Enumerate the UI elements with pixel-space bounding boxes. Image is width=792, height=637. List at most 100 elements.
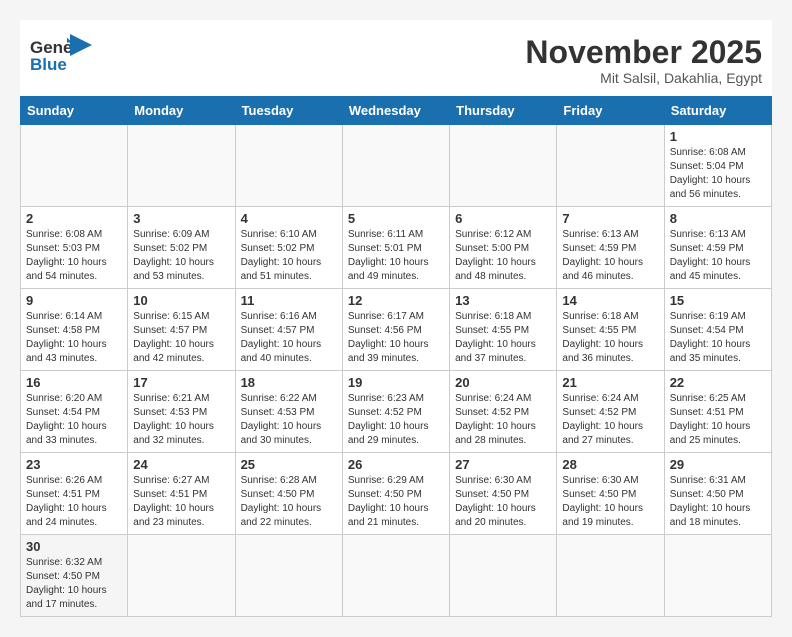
calendar-cell bbox=[128, 125, 235, 207]
day-number: 11 bbox=[241, 293, 337, 308]
calendar-cell bbox=[342, 125, 449, 207]
day-number: 24 bbox=[133, 457, 229, 472]
day-info: Sunrise: 6:08 AM Sunset: 5:03 PM Dayligh… bbox=[26, 228, 122, 284]
day-info: Sunrise: 6:10 AM Sunset: 5:02 PM Dayligh… bbox=[241, 228, 337, 284]
calendar-cell: 21 Sunrise: 6:24 AM Sunset: 4:52 PM Dayli… bbox=[557, 371, 664, 453]
day-number: 5 bbox=[348, 211, 444, 226]
day-number: 1 bbox=[670, 129, 766, 144]
calendar-week-row: 9 Sunrise: 6:14 AM Sunset: 4:58 PM Daylig… bbox=[21, 289, 772, 371]
calendar-week-row: 1 Sunrise: 6:08 AM Sunset: 5:04 PM Daylig… bbox=[21, 125, 772, 207]
day-number: 18 bbox=[241, 375, 337, 390]
logo: General Blue bbox=[30, 35, 92, 73]
weekday-header-row: SundayMondayTuesdayWednesdayThursdayFrid… bbox=[21, 97, 772, 125]
calendar-cell: 17 Sunrise: 6:21 AM Sunset: 4:53 PM Dayli… bbox=[128, 371, 235, 453]
calendar-cell bbox=[450, 125, 557, 207]
calendar-cell: 19Sunrise: 6:23 AM Sunset: 4:52 PM Dayli… bbox=[342, 371, 449, 453]
day-number: 6 bbox=[455, 211, 551, 226]
calendar-cell: 3Sunrise: 6:09 AM Sunset: 5:02 PM Daylig… bbox=[128, 207, 235, 289]
day-number: 15 bbox=[670, 293, 766, 308]
day-number: 21 bbox=[562, 375, 658, 390]
day-number: 3 bbox=[133, 211, 229, 226]
day-number: 25 bbox=[241, 457, 337, 472]
day-number: 9 bbox=[26, 293, 122, 308]
calendar-cell: 5Sunrise: 6:11 AM Sunset: 5:01 PM Daylig… bbox=[342, 207, 449, 289]
calendar-cell: 12Sunrise: 6:17 AM Sunset: 4:56 PM Dayli… bbox=[342, 289, 449, 371]
weekday-header-tuesday: Tuesday bbox=[235, 97, 342, 125]
day-info: Sunrise: 6:24 AM Sunset: 4:52 PM Dayligh… bbox=[562, 392, 658, 448]
day-info: Sunrise: 6:18 AM Sunset: 4:55 PM Dayligh… bbox=[562, 310, 658, 366]
logo-triangle-icon bbox=[70, 34, 92, 56]
day-number: 30 bbox=[26, 539, 122, 554]
calendar-cell: 28 Sunrise: 6:30 AM Sunset: 4:50 PM Dayli… bbox=[557, 453, 664, 535]
day-info: Sunrise: 6:30 AM Sunset: 4:50 PM Dayligh… bbox=[455, 474, 551, 530]
day-number: 4 bbox=[241, 211, 337, 226]
calendar-cell: 15 Sunrise: 6:19 AM Sunset: 4:54 PM Dayli… bbox=[664, 289, 771, 371]
calendar-cell: 2Sunrise: 6:08 AM Sunset: 5:03 PM Daylig… bbox=[21, 207, 128, 289]
calendar-cell bbox=[235, 125, 342, 207]
calendar-cell bbox=[128, 535, 235, 617]
weekday-header-thursday: Thursday bbox=[450, 97, 557, 125]
calendar-cell: 1 Sunrise: 6:08 AM Sunset: 5:04 PM Daylig… bbox=[664, 125, 771, 207]
day-number: 14 bbox=[562, 293, 658, 308]
day-info: Sunrise: 6:13 AM Sunset: 4:59 PM Dayligh… bbox=[562, 228, 658, 284]
day-info: Sunrise: 6:08 AM Sunset: 5:04 PM Dayligh… bbox=[670, 146, 766, 202]
day-info: Sunrise: 6:17 AM Sunset: 4:56 PM Dayligh… bbox=[348, 310, 444, 366]
calendar-cell: 23Sunrise: 6:26 AM Sunset: 4:51 PM Dayli… bbox=[21, 453, 128, 535]
calendar-cell: 27Sunrise: 6:30 AM Sunset: 4:50 PM Dayli… bbox=[450, 453, 557, 535]
day-number: 16 bbox=[26, 375, 122, 390]
day-info: Sunrise: 6:19 AM Sunset: 4:54 PM Dayligh… bbox=[670, 310, 766, 366]
day-info: Sunrise: 6:21 AM Sunset: 4:53 PM Dayligh… bbox=[133, 392, 229, 448]
weekday-header-wednesday: Wednesday bbox=[342, 97, 449, 125]
calendar-cell: 26 Sunrise: 6:29 AM Sunset: 4:50 PM Dayli… bbox=[342, 453, 449, 535]
calendar-cell bbox=[664, 535, 771, 617]
calendar-cell: 11 Sunrise: 6:16 AM Sunset: 4:57 PM Dayli… bbox=[235, 289, 342, 371]
day-info: Sunrise: 6:14 AM Sunset: 4:58 PM Dayligh… bbox=[26, 310, 122, 366]
day-info: Sunrise: 6:13 AM Sunset: 4:59 PM Dayligh… bbox=[670, 228, 766, 284]
day-info: Sunrise: 6:15 AM Sunset: 4:57 PM Dayligh… bbox=[133, 310, 229, 366]
calendar-cell: 30 Sunrise: 6:32 AM Sunset: 4:50 PM Dayli… bbox=[21, 535, 128, 617]
calendar-week-row: 2Sunrise: 6:08 AM Sunset: 5:03 PM Daylig… bbox=[21, 207, 772, 289]
calendar-cell: 18 Sunrise: 6:22 AM Sunset: 4:53 PM Dayli… bbox=[235, 371, 342, 453]
day-number: 7 bbox=[562, 211, 658, 226]
calendar-cell: 29 Sunrise: 6:31 AM Sunset: 4:50 PM Dayli… bbox=[664, 453, 771, 535]
calendar-cell: 14 Sunrise: 6:18 AM Sunset: 4:55 PM Dayli… bbox=[557, 289, 664, 371]
day-number: 28 bbox=[562, 457, 658, 472]
day-number: 10 bbox=[133, 293, 229, 308]
calendar-cell bbox=[557, 125, 664, 207]
day-info: Sunrise: 6:24 AM Sunset: 4:52 PM Dayligh… bbox=[455, 392, 551, 448]
day-number: 13 bbox=[455, 293, 551, 308]
weekday-header-monday: Monday bbox=[128, 97, 235, 125]
calendar-cell: 13 Sunrise: 6:18 AM Sunset: 4:55 PM Dayli… bbox=[450, 289, 557, 371]
calendar-week-row: 30 Sunrise: 6:32 AM Sunset: 4:50 PM Dayli… bbox=[21, 535, 772, 617]
day-number: 19 bbox=[348, 375, 444, 390]
calendar-page: General Blue November 2025 Mit Salsil, D… bbox=[20, 20, 772, 617]
day-info: Sunrise: 6:18 AM Sunset: 4:55 PM Dayligh… bbox=[455, 310, 551, 366]
day-number: 29 bbox=[670, 457, 766, 472]
calendar-cell: 20Sunrise: 6:24 AM Sunset: 4:52 PM Dayli… bbox=[450, 371, 557, 453]
day-info: Sunrise: 6:32 AM Sunset: 4:50 PM Dayligh… bbox=[26, 556, 122, 612]
day-number: 17 bbox=[133, 375, 229, 390]
calendar-cell: 22Sunrise: 6:25 AM Sunset: 4:51 PM Dayli… bbox=[664, 371, 771, 453]
calendar-week-row: 23Sunrise: 6:26 AM Sunset: 4:51 PM Dayli… bbox=[21, 453, 772, 535]
day-info: Sunrise: 6:28 AM Sunset: 4:50 PM Dayligh… bbox=[241, 474, 337, 530]
day-info: Sunrise: 6:12 AM Sunset: 5:00 PM Dayligh… bbox=[455, 228, 551, 284]
day-info: Sunrise: 6:29 AM Sunset: 4:50 PM Dayligh… bbox=[348, 474, 444, 530]
calendar-cell: 8Sunrise: 6:13 AM Sunset: 4:59 PM Daylig… bbox=[664, 207, 771, 289]
calendar-cell bbox=[557, 535, 664, 617]
calendar-cell bbox=[235, 535, 342, 617]
svg-text:Blue: Blue bbox=[30, 55, 67, 73]
day-number: 22 bbox=[670, 375, 766, 390]
weekday-header-friday: Friday bbox=[557, 97, 664, 125]
day-info: Sunrise: 6:22 AM Sunset: 4:53 PM Dayligh… bbox=[241, 392, 337, 448]
day-info: Sunrise: 6:31 AM Sunset: 4:50 PM Dayligh… bbox=[670, 474, 766, 530]
day-info: Sunrise: 6:16 AM Sunset: 4:57 PM Dayligh… bbox=[241, 310, 337, 366]
calendar-cell: 10 Sunrise: 6:15 AM Sunset: 4:57 PM Dayli… bbox=[128, 289, 235, 371]
title-block: November 2025 Mit Salsil, Dakahlia, Egyp… bbox=[525, 35, 762, 86]
month-title: November 2025 bbox=[525, 35, 762, 70]
day-number: 26 bbox=[348, 457, 444, 472]
weekday-header-saturday: Saturday bbox=[664, 97, 771, 125]
calendar-cell: 16Sunrise: 6:20 AM Sunset: 4:54 PM Dayli… bbox=[21, 371, 128, 453]
location-subtitle: Mit Salsil, Dakahlia, Egypt bbox=[525, 70, 762, 86]
day-info: Sunrise: 6:30 AM Sunset: 4:50 PM Dayligh… bbox=[562, 474, 658, 530]
calendar-cell: 6 Sunrise: 6:12 AM Sunset: 5:00 PM Daylig… bbox=[450, 207, 557, 289]
